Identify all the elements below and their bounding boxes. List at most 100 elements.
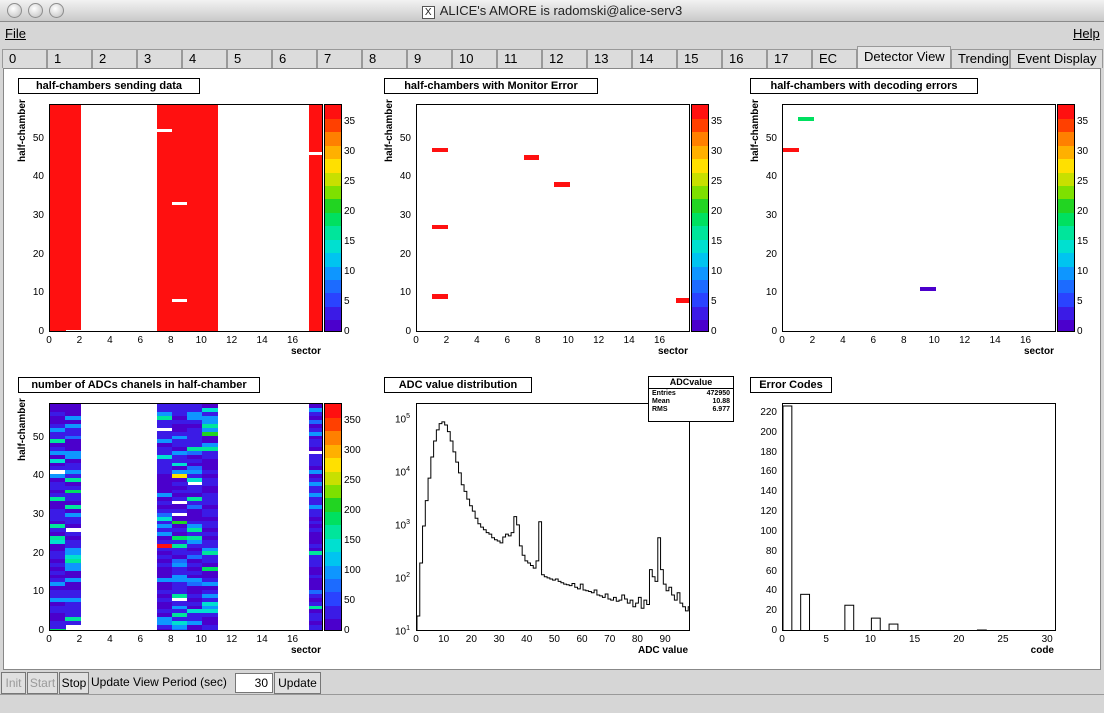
tab-11[interactable]: 11: [497, 49, 542, 68]
p1-bin: [50, 267, 66, 272]
p1-bin: [156, 302, 173, 307]
p4-bin: [202, 404, 219, 409]
p4-bin: [171, 404, 188, 409]
stop-button[interactable]: Stop: [59, 672, 89, 694]
update-period-input[interactable]: [235, 673, 273, 693]
p1-bin: [308, 220, 322, 226]
p4-color-scale: [324, 403, 342, 631]
p4-bin: [156, 461, 173, 467]
tab-17[interactable]: 17: [767, 49, 812, 68]
menu-file[interactable]: File: [5, 26, 26, 41]
p1-bin: [202, 112, 219, 118]
p1-bin: [308, 170, 322, 176]
p1-bin: [308, 178, 322, 183]
p4-bin: [187, 550, 203, 556]
p1-bin: [156, 155, 173, 160]
p4-bin: [171, 473, 188, 478]
p4-xtick: 12: [226, 634, 238, 645]
p1-bin: [65, 313, 82, 319]
p1-bin: [202, 105, 219, 110]
p4-bin: [187, 566, 203, 571]
p4-bin: [202, 624, 219, 629]
p1-bin: [50, 255, 66, 261]
p1-bin: [65, 213, 82, 218]
p4-bin: [171, 415, 188, 421]
tab-3[interactable]: 3: [137, 49, 182, 68]
tab-trending[interactable]: Trending: [951, 49, 1010, 68]
p1-xtick: 2: [76, 335, 83, 346]
p4-bin: [156, 419, 173, 424]
p4-bin: [202, 593, 219, 598]
tab-16[interactable]: 16: [722, 49, 767, 68]
p2-ytick: 20: [399, 248, 411, 260]
p1-bin: [65, 197, 82, 203]
tab-10[interactable]: 10: [452, 49, 497, 68]
tab-12[interactable]: 12: [542, 49, 587, 68]
p1-bin: [308, 282, 322, 288]
p4-bin: [187, 431, 203, 436]
p1-bin: [50, 321, 66, 326]
update-button[interactable]: Update: [274, 672, 321, 694]
p1-bin: [187, 159, 203, 164]
p3-color-scale-step: [1058, 239, 1074, 254]
p4-bin: [171, 546, 188, 552]
p1-bin: [187, 105, 203, 110]
tab-event-display[interactable]: Event Display: [1010, 49, 1103, 68]
tab-5[interactable]: 5: [227, 49, 272, 68]
p2-xtick: 16: [653, 335, 666, 346]
p4-bin: [65, 419, 82, 424]
p1-bin: [202, 182, 219, 187]
p1-bin: [156, 135, 173, 141]
tab-9[interactable]: 9: [407, 49, 452, 68]
p1-bin: [308, 325, 322, 330]
p1-bin: [156, 313, 173, 319]
p4-bin: [50, 404, 66, 409]
tab-detector-view[interactable]: Detector View: [857, 46, 951, 68]
p1-bin: [202, 190, 219, 195]
tab-1[interactable]: 1: [47, 49, 92, 68]
p1-bin: [65, 108, 82, 114]
p4-bin: [202, 601, 219, 606]
p1-bin: [171, 251, 188, 257]
p4-bin: [156, 458, 173, 463]
p1-bin: [171, 278, 188, 284]
p3-color-scale-step: [1058, 225, 1074, 240]
p4-bin: [308, 415, 322, 421]
start-button[interactable]: Start: [27, 672, 58, 694]
p1-bin: [308, 286, 322, 292]
tab-6[interactable]: 6: [272, 49, 317, 68]
tab-7[interactable]: 7: [317, 49, 362, 68]
p1-bin: [187, 166, 203, 172]
p3-xtick: 2: [809, 335, 816, 346]
p1-bin: [202, 147, 219, 152]
p4-bin: [50, 539, 66, 544]
p1-bin: [171, 135, 188, 141]
p3-bin: [783, 147, 799, 152]
init-button[interactable]: Init: [1, 672, 26, 694]
p1-ztick: 15: [344, 236, 356, 247]
tab-2[interactable]: 2: [92, 49, 137, 68]
p1-bin: [156, 224, 173, 230]
p4-bin: [50, 481, 66, 486]
p4-bin: [187, 438, 203, 444]
p1-bin: [171, 170, 188, 176]
tab-4[interactable]: 4: [182, 49, 227, 68]
p1-bin: [156, 116, 173, 122]
tab-ec[interactable]: EC: [812, 49, 857, 68]
tab-13[interactable]: 13: [587, 49, 632, 68]
p4-bin: [50, 585, 66, 591]
p1-bin: [171, 263, 188, 268]
p4-bin: [202, 481, 219, 486]
tab-8[interactable]: 8: [362, 49, 407, 68]
tab-14[interactable]: 14: [632, 49, 677, 68]
p1-bin: [156, 186, 173, 191]
p4-bin: [50, 543, 66, 548]
p4-bin: [156, 516, 173, 521]
p1-bin: [156, 124, 173, 129]
p1-bin: [171, 205, 188, 210]
tab-0[interactable]: 0: [2, 49, 47, 68]
p4-bin: [65, 562, 82, 567]
menu-help[interactable]: Help: [1073, 26, 1100, 41]
tab-15[interactable]: 15: [677, 49, 722, 68]
p4-bin: [50, 415, 66, 421]
